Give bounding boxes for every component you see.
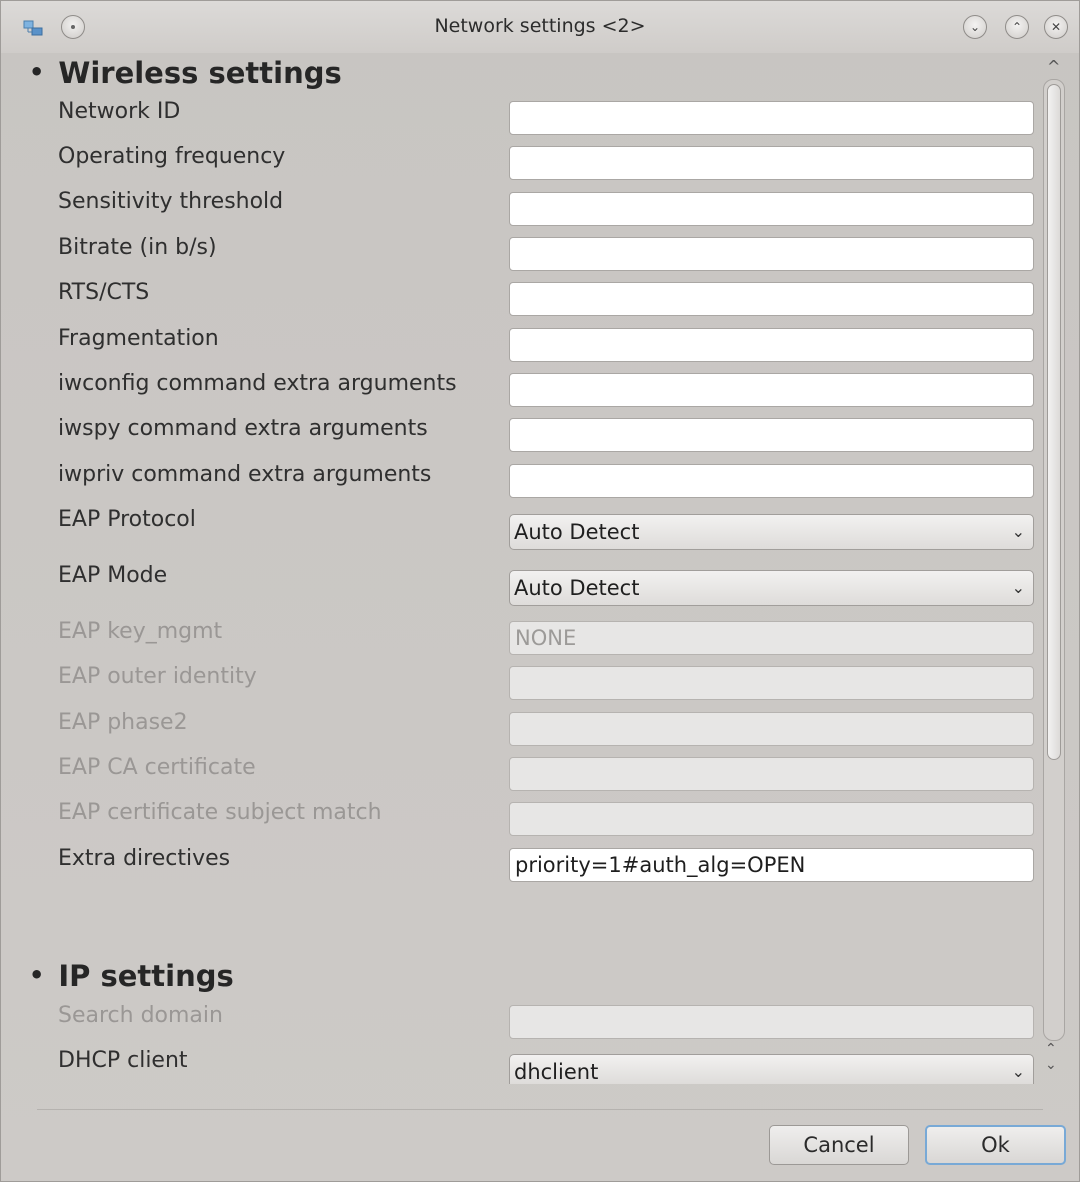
dhcp-client-label: DHCP client [58,1048,188,1073]
iwconfig-args-input[interactable] [509,373,1034,407]
fragmentation-label: Fragmentation [58,326,219,351]
eap-outer-identity-label: EAP outer identity [58,664,257,689]
eap-outer-identity-input [509,666,1034,700]
bitrate-input[interactable] [509,237,1034,271]
fragmentation-input[interactable] [509,328,1034,362]
extra-directives-input[interactable] [509,848,1034,882]
bitrate-label: Bitrate (in b/s) [58,235,217,260]
scroll-small-up-icon[interactable]: ⌃ [1045,1041,1057,1057]
ip-settings-title: IP settings [58,959,234,993]
dhcp-client-value: dhclient [514,1060,599,1084]
scroll-up-arrow-icon[interactable]: ^ [1047,57,1060,76]
iwpriv-args-label: iwpriv command extra arguments [58,462,432,487]
network-id-label: Network ID [58,99,181,124]
eap-key-mgmt-input [509,621,1034,655]
chevron-down-icon: ⌄ [1011,1062,1025,1081]
wireless-settings-title: Wireless settings [58,56,342,90]
dhcp-client-select[interactable]: dhclient ⌄ [509,1054,1034,1084]
network-settings-window: Network settings <2> ⌄ ⌃ ✕ • Wireless set… [0,0,1080,1182]
chevron-up-icon: ⌃ [1011,20,1023,34]
iwspy-args-input[interactable] [509,418,1034,452]
iwpriv-args-input[interactable] [509,464,1034,498]
operating-frequency-label: Operating frequency [58,144,286,169]
minimize-button[interactable]: ⌄ [963,15,987,39]
extra-directives-label: Extra directives [58,846,231,871]
rts-cts-input[interactable] [509,282,1034,316]
iwconfig-args-label: iwconfig command extra arguments [58,371,457,396]
eap-mode-label: EAP Mode [58,563,168,588]
rts-cts-label: RTS/CTS [58,280,150,305]
scrollbar-thumb[interactable] [1047,84,1061,760]
close-button[interactable]: ✕ [1044,15,1068,39]
operating-frequency-input[interactable] [509,146,1034,180]
eap-phase2-label: EAP phase2 [58,710,188,735]
close-icon: ✕ [1050,20,1062,34]
eap-subject-match-label: EAP certificate subject match [58,800,382,825]
chevron-down-icon: ⌄ [969,20,981,34]
wireless-settings-heading: • Wireless settings [29,56,342,90]
eap-key-mgmt-label: EAP key_mgmt [58,619,223,644]
eap-mode-value: Auto Detect [514,576,640,600]
eap-protocol-value: Auto Detect [514,520,640,544]
eap-protocol-select[interactable]: Auto Detect ⌄ [509,514,1034,550]
eap-ca-certificate-label: EAP CA certificate [58,755,256,780]
search-domain-input [509,1005,1034,1039]
scroll-step-arrows[interactable]: ⌃ ⌄ [1045,1041,1057,1073]
ok-button[interactable]: Ok [925,1125,1066,1165]
title-bar[interactable]: Network settings <2> ⌄ ⌃ ✕ [1,1,1079,53]
eap-phase2-input [509,712,1034,746]
eap-mode-select[interactable]: Auto Detect ⌄ [509,570,1034,606]
iwspy-args-label: iwspy command extra arguments [58,416,428,441]
ip-settings-heading: • IP settings [29,959,234,993]
eap-protocol-label: EAP Protocol [58,507,196,532]
vertical-scrollbar[interactable] [1043,79,1065,1041]
window-title: Network settings <2> [434,15,646,37]
eap-subject-match-input [509,802,1034,836]
sensitivity-threshold-label: Sensitivity threshold [58,189,284,214]
search-domain-label: Search domain [58,1003,223,1028]
eap-ca-certificate-input [509,757,1034,791]
chevron-down-icon: ⌄ [1011,578,1025,597]
bullet-icon: • [29,961,45,989]
maximize-button[interactable]: ⌃ [1005,15,1029,39]
bullet-icon: • [29,58,45,86]
button-separator [37,1109,1043,1110]
cancel-button[interactable]: Cancel [769,1125,909,1165]
scroll-small-down-icon[interactable]: ⌄ [1045,1057,1057,1073]
chevron-down-icon: ⌄ [1011,522,1025,541]
sensitivity-threshold-input[interactable] [509,192,1034,226]
network-id-input[interactable] [509,101,1034,135]
